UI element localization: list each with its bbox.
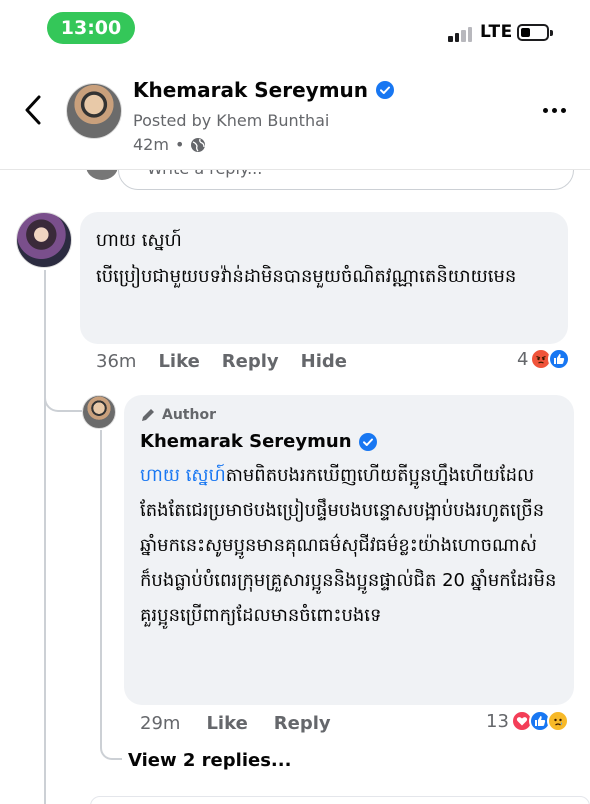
next-comment-partial (90, 796, 590, 804)
reply-time: 29m (140, 713, 181, 734)
reply-reactions[interactable]: 13 (486, 710, 569, 732)
post-header: Khemarak Sereymun Posted by Khem Bunthai… (0, 56, 590, 170)
comment-author[interactable]: ហាយ ស្នេហ៍ (96, 226, 552, 256)
status-bar: 13:00 LTE (0, 0, 590, 56)
author-badge: Author (140, 407, 558, 423)
pen-icon (142, 409, 154, 421)
posted-by-label: Posted by Khem Bunthai (133, 111, 330, 130)
verified-icon (358, 432, 377, 451)
author-badge-label: Author (162, 407, 216, 423)
globe-icon (191, 137, 206, 152)
verified-icon (376, 81, 395, 99)
reply-author-avatar[interactable] (82, 395, 116, 429)
comment-reactions[interactable]: 4 (517, 348, 571, 370)
hide-button[interactable]: Hide (301, 351, 347, 372)
thread-connector-replies (100, 720, 122, 760)
reply-reaction-count: 13 (486, 710, 509, 732)
author-avatar[interactable] (66, 83, 122, 139)
reaction-count: 4 (517, 348, 529, 370)
comment-text: បើប្រៀបជាមួយបទវ៉ាន់ដាមិនបានមួយចំណិតវណ្ណា… (96, 266, 517, 287)
reply-body: តាមពិតបងរកឃើញហើយតីប្អូនហ្នឹងហើយដែលតែងតែជ… (140, 465, 557, 626)
more-options-icon[interactable] (543, 108, 566, 113)
reply-text: ហាយ ស្នេហ៍តាមពិតបងរកឃើញហើយតីប្អូនហ្នឹងហើ… (140, 458, 558, 633)
time-separator: • (174, 135, 185, 154)
comment-time: 36m (96, 351, 137, 372)
thread-line (44, 270, 46, 804)
reply-actions: 29m Like Reply (140, 713, 331, 734)
signal-icon (448, 26, 476, 42)
status-time: 13:00 (47, 12, 135, 44)
commenter-avatar[interactable] (16, 212, 72, 268)
thread-line-reply (100, 430, 102, 734)
battery-icon (517, 24, 553, 41)
thread-connector (44, 370, 82, 412)
network-label: LTE (480, 22, 513, 42)
back-icon[interactable] (22, 94, 44, 126)
sad-reaction-icon (546, 710, 569, 732)
header-author-name[interactable]: Khemarak Sereymun (133, 78, 368, 102)
post-timestamp: 42m (133, 135, 169, 154)
header-name-row: Khemarak Sereymun (133, 78, 395, 102)
reply-bubble[interactable]: Author Khemarak Sereymun ហាយ ស្នេហ៍តាមពិ… (124, 395, 574, 705)
like-button[interactable]: Like (158, 351, 199, 372)
comment-actions: 36m Like Reply Hide (96, 351, 347, 372)
view-replies-link[interactable]: View 2 replies... (128, 750, 291, 771)
reply-author-name[interactable]: Khemarak Sereymun (140, 431, 352, 452)
reply-name-row: Khemarak Sereymun (140, 431, 558, 452)
reply-like-button[interactable]: Like (206, 713, 247, 734)
mention-link[interactable]: ហាយ ស្នេហ៍ (140, 465, 226, 486)
post-time-row: 42m • (133, 135, 206, 154)
comment-bubble[interactable]: ហាយ ស្នេហ៍ បើប្រៀបជាមួយបទវ៉ាន់ដាមិនបានមួ… (80, 212, 568, 344)
like-reaction-icon (548, 348, 571, 370)
reply-reply-button[interactable]: Reply (274, 713, 331, 734)
reply-button[interactable]: Reply (222, 351, 279, 372)
